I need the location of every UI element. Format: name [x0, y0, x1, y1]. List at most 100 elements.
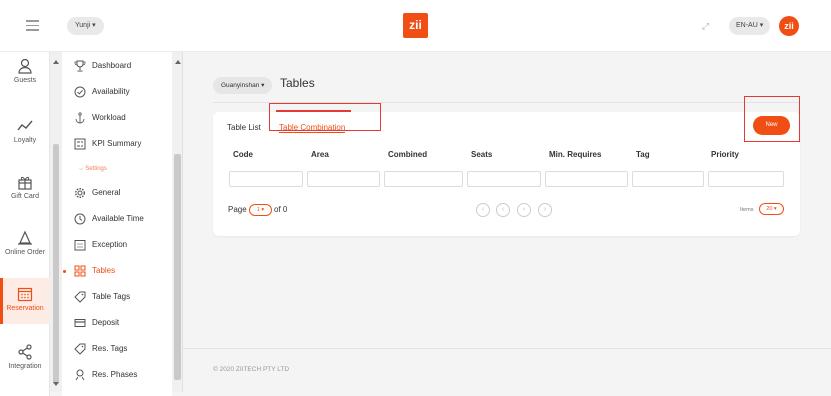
tag-icon — [74, 343, 86, 355]
nav-guests[interactable]: Guests — [0, 58, 50, 94]
subnav-availability-label: Availability — [92, 87, 130, 96]
card-icon — [74, 319, 86, 327]
subnav-tables-label: Tables — [92, 266, 116, 275]
subnav-workload-label: Workload — [92, 113, 126, 122]
filter-tag-input[interactable] — [632, 171, 704, 187]
settings-section-label: Settings — [85, 166, 107, 172]
page-title: Tables — [280, 76, 315, 90]
subnav-tables[interactable]: Tables — [63, 263, 116, 279]
trend-icon — [17, 120, 33, 131]
filter-area-input[interactable] — [307, 171, 380, 187]
phases-icon — [75, 369, 85, 381]
share-icon — [18, 344, 32, 360]
page-total: of 0 — [274, 205, 288, 214]
nav-gift-card-label: Gift Card — [10, 193, 39, 200]
filter-seats-input[interactable] — [467, 171, 541, 187]
nav-reservation[interactable]: Reservation — [0, 278, 50, 324]
active-bullet — [63, 270, 66, 273]
menu-icon[interactable] — [26, 20, 39, 32]
subnav-kpi-summary[interactable]: KPI Summary — [74, 136, 142, 152]
fullscreen-icon[interactable]: ⤢ — [702, 21, 712, 31]
language-value: EN-AU — [736, 22, 758, 29]
footer-copyright: © 2020 ZIITECH PTY LTD — [213, 366, 290, 373]
column-header-tag[interactable]: Tag — [636, 150, 650, 159]
subnav-table-tags[interactable]: Table Tags — [74, 289, 131, 305]
calendar-grid-icon — [74, 240, 86, 251]
filter-combined-input[interactable] — [384, 171, 463, 187]
nav-gift-card[interactable]: Gift Card — [0, 174, 50, 210]
page-label: Page — [228, 205, 247, 214]
filter-code-input[interactable] — [229, 171, 303, 187]
subnav-res-tags-label: Res. Tags — [92, 344, 128, 353]
nav-online-order[interactable]: Online Order — [0, 230, 50, 266]
gear-icon — [74, 187, 86, 199]
scroll-thumb[interactable] — [53, 144, 59, 384]
nav-reservation-label: Reservation — [6, 305, 44, 312]
trophy-icon — [74, 60, 86, 72]
subnav-general[interactable]: General — [74, 185, 121, 201]
nav-loyalty[interactable]: Loyalty — [0, 118, 50, 154]
footer-divider — [183, 348, 831, 349]
subnav-availability[interactable]: Availability — [74, 84, 130, 100]
scroll-down-arrow[interactable] — [53, 382, 59, 386]
primary-sidebar: Guests Loyalty Gift Card Online Order Re… — [0, 52, 50, 396]
column-header-min-requires[interactable]: Min. Requires — [549, 150, 601, 159]
tables-grid-icon — [74, 265, 86, 277]
subnav-general-label: General — [92, 188, 121, 197]
column-header-combined[interactable]: Combined — [388, 150, 427, 159]
clock-icon — [74, 213, 86, 225]
scroll-up-arrow[interactable] — [175, 60, 181, 64]
subnav-kpi-summary-label: KPI Summary — [92, 139, 142, 148]
user-name: Yunji — [75, 22, 91, 29]
column-header-code[interactable]: Code — [233, 150, 253, 159]
items-per-page-select[interactable]: 20 ▾ — [759, 203, 784, 215]
last-page-button[interactable]: › — [538, 203, 552, 217]
new-button[interactable]: New — [753, 116, 790, 135]
subnav-exception[interactable]: Exception — [74, 237, 128, 253]
first-page-button[interactable]: ‹ — [476, 203, 490, 217]
subnav-res-phases-label: Res. Phases — [92, 370, 138, 379]
secondary-scrollbar[interactable] — [172, 52, 183, 392]
subnav-deposit-label: Deposit — [92, 318, 120, 327]
tab-table-list[interactable]: Table List — [227, 123, 261, 132]
subnav-exception-label: Exception — [92, 240, 128, 249]
check-circle-icon — [74, 86, 86, 98]
filter-min-requires-input[interactable] — [545, 171, 628, 187]
page-select-value: 1 — [256, 207, 260, 213]
scroll-thumb[interactable] — [174, 154, 181, 380]
language-dropdown[interactable]: EN-AU ▾ — [729, 17, 771, 35]
user-dropdown[interactable]: Yunji ▾ — [67, 17, 104, 35]
nav-loyalty-label: Loyalty — [13, 137, 37, 144]
main-content: Guanyinshan ▾ Tables Table List Table Co… — [183, 52, 831, 396]
column-header-priority[interactable]: Priority — [711, 150, 739, 159]
subnav-dashboard[interactable]: Dashboard — [74, 58, 132, 74]
calendar-icon — [17, 287, 33, 302]
secondary-sidebar: Dashboard Availability Workload KPI Summ… — [62, 52, 172, 396]
prev-page-button[interactable]: ‹ — [496, 203, 510, 217]
subnav-available-time[interactable]: Available Time — [74, 211, 144, 227]
nav-guests-label: Guests — [13, 77, 37, 84]
subnav-res-tags[interactable]: Res. Tags — [74, 341, 128, 357]
next-page-button[interactable]: › — [517, 203, 531, 217]
subnav-available-time-label: Available Time — [92, 214, 144, 223]
subnav-deposit[interactable]: Deposit — [74, 315, 120, 331]
column-header-area[interactable]: Area — [311, 150, 329, 159]
items-per-page-value: 20 — [766, 206, 773, 212]
subnav-res-phases[interactable]: Res. Phases — [75, 367, 138, 383]
primary-scrollbar[interactable] — [50, 52, 62, 392]
avatar[interactable]: zii — [779, 16, 799, 36]
settings-section-header[interactable]: ⌵ Settings — [79, 166, 107, 173]
column-header-seats[interactable]: Seats — [471, 150, 492, 159]
filter-priority-input[interactable] — [708, 171, 784, 187]
subnav-table-tags-label: Table Tags — [92, 292, 131, 301]
subnav-dashboard-label: Dashboard — [92, 61, 132, 70]
subnav-workload[interactable]: Workload — [75, 110, 126, 126]
kpi-icon — [74, 138, 86, 150]
nav-integration[interactable]: Integration — [0, 344, 50, 380]
top-bar: Yunji ▾ zii ⤢ EN-AU ▾ zii — [0, 0, 831, 52]
bell-icon — [18, 230, 32, 245]
items-label: Items — [740, 207, 754, 213]
store-dropdown[interactable]: Guanyinshan ▾ — [213, 77, 273, 94]
page-select[interactable]: 1 ▾ — [249, 204, 272, 216]
scroll-up-arrow[interactable] — [53, 60, 59, 64]
